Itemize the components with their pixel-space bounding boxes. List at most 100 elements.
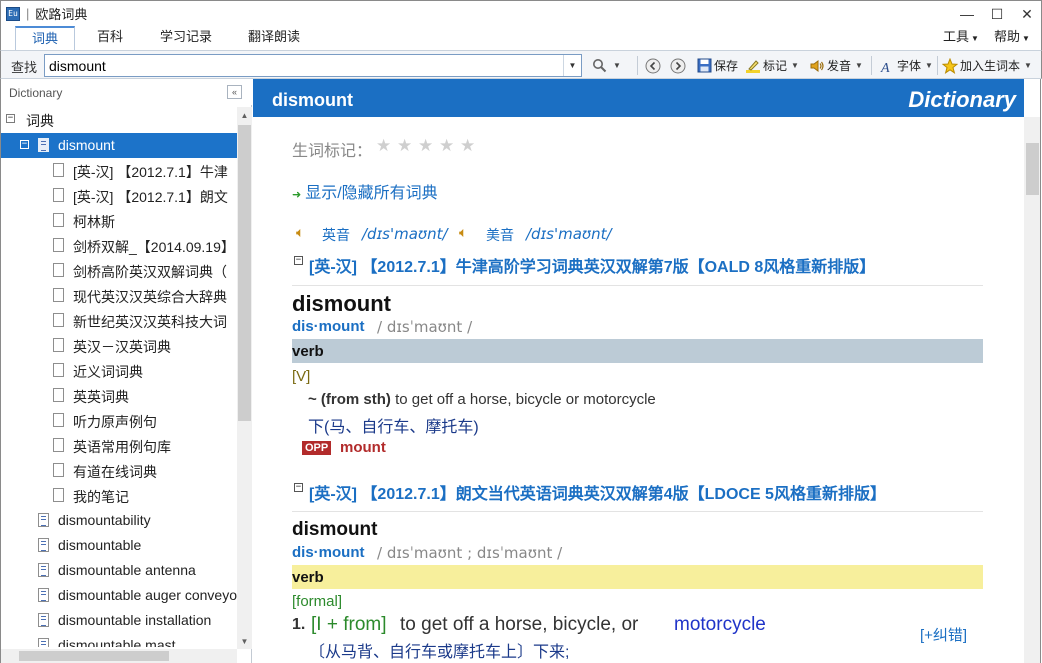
report-error-link[interactable]: [+纠错] bbox=[920, 624, 967, 645]
header-brand: Dictionary bbox=[908, 87, 1016, 112]
rating-label: 生词标记： bbox=[292, 143, 373, 160]
speak-button[interactable]: 发音 ▼ bbox=[809, 55, 863, 76]
tree-item-dictionary[interactable]: 现代英汉汉英综合大辞典 bbox=[1, 283, 237, 308]
speaker-icon bbox=[809, 58, 825, 74]
entry-headword: dismount bbox=[292, 291, 391, 316]
tree-item-word[interactable]: dismountable mast bbox=[1, 633, 237, 647]
document-icon bbox=[53, 288, 64, 302]
arrow-left-icon bbox=[645, 58, 661, 74]
document-icon bbox=[53, 263, 64, 277]
definition-scroll-thumb[interactable] bbox=[1026, 143, 1039, 195]
lookup-button[interactable]: ▼ bbox=[591, 55, 621, 76]
tree-item-dictionary[interactable]: 近义词词典 bbox=[1, 358, 237, 383]
document-icon bbox=[38, 638, 49, 647]
add-to-wordbook-button[interactable]: 加入生词本 ▼ bbox=[942, 55, 1032, 76]
dictionary-title[interactable]: [英-汉] 【2012.7.1】朗文当代英语词典英汉双解第4版【LDOCE 5风… bbox=[309, 480, 886, 504]
tab-translate[interactable]: 翻译朗读 bbox=[239, 26, 309, 50]
speaker-icon[interactable]: 🔈︎ bbox=[296, 224, 304, 241]
tree-item-word[interactable]: dismountable installation bbox=[1, 608, 237, 633]
definition-chinese: 〔从马背、自行车或摩托车上〕下来; bbox=[309, 644, 570, 661]
help-menu[interactable]: 帮助 ▼ bbox=[994, 26, 1030, 50]
sidebar-horizontal-scrollbar[interactable] bbox=[1, 649, 237, 663]
sidebar-vertical-scrollbar[interactable]: ▲ ▼ bbox=[237, 107, 252, 649]
app-icon: Eu bbox=[6, 6, 20, 21]
tab-encyclopedia[interactable]: 百科 bbox=[83, 26, 137, 50]
sidebar-hscroll-thumb[interactable] bbox=[19, 651, 169, 661]
tab-study-history[interactable]: 学习记录 bbox=[153, 26, 219, 50]
pos-bar: verb bbox=[292, 339, 983, 363]
collapse-toggle-icon[interactable]: − bbox=[6, 114, 15, 123]
forward-button[interactable] bbox=[670, 55, 688, 76]
font-button[interactable]: A 字体 ▼ bbox=[879, 55, 933, 76]
tree-item-word[interactable]: dismountable antenna bbox=[1, 558, 237, 583]
tree-item-dictionary[interactable]: 有道在线词典 bbox=[1, 458, 237, 483]
search-input[interactable] bbox=[45, 55, 563, 76]
tree-item-dictionary[interactable]: 英语常用例句库 bbox=[1, 433, 237, 458]
document-icon bbox=[53, 338, 64, 352]
highlighter-icon bbox=[745, 58, 761, 74]
rating-star-icon[interactable]: ★ bbox=[397, 136, 412, 156]
tree-item-dictionary[interactable]: [英-汉] 【2012.7.1】朗文 bbox=[1, 183, 237, 208]
arrow-right-icon bbox=[670, 58, 686, 74]
collapse-toggle-icon[interactable]: − bbox=[20, 140, 29, 149]
tree-item-dictionary[interactable]: 英汉－汉英词典 bbox=[1, 333, 237, 358]
sidebar: Dictionary « − 词典 − dismount [英-汉] 【2012… bbox=[0, 79, 252, 663]
find-label: 查找 bbox=[11, 60, 38, 75]
us-pronunciation-label[interactable]: 美音 bbox=[486, 225, 514, 245]
title-bar: Eu | 欧路词典 — ☐ ✕ bbox=[0, 0, 1042, 26]
document-icon bbox=[53, 163, 64, 177]
document-icon bbox=[53, 488, 64, 502]
minimize-button[interactable]: — bbox=[952, 1, 982, 27]
mark-button[interactable]: 标记 ▼ bbox=[745, 55, 799, 76]
sidebar-scroll-thumb[interactable] bbox=[238, 125, 251, 421]
dictionary-title[interactable]: [英-汉] 【2012.7.1】牛津高阶学习词典英汉双解第7版【OALD 8风格… bbox=[309, 253, 875, 277]
tree-item-word[interactable]: dismountable auger conveyor bbox=[1, 583, 237, 608]
definition-link[interactable]: motorcycle bbox=[674, 614, 766, 636]
search-box: ▼ bbox=[44, 54, 582, 77]
rating-star-icon[interactable]: ★ bbox=[376, 136, 391, 156]
close-button[interactable]: ✕ bbox=[1012, 1, 1042, 27]
maximize-button[interactable]: ☐ bbox=[982, 1, 1012, 27]
tree-item-word[interactable]: dismountable bbox=[1, 533, 237, 558]
scroll-down-icon[interactable]: ▼ bbox=[237, 633, 252, 649]
save-button[interactable]: 保存 bbox=[696, 55, 738, 76]
opposite-word-link[interactable]: mount bbox=[340, 439, 386, 456]
document-icon bbox=[38, 138, 49, 152]
tree-root[interactable]: − 词典 bbox=[1, 107, 237, 132]
tree-item-dictionary[interactable]: [英-汉] 【2012.7.1】牛津 bbox=[1, 158, 237, 183]
scroll-up-icon[interactable]: ▲ bbox=[237, 107, 252, 123]
rating-star-icon[interactable]: ★ bbox=[439, 136, 454, 156]
collapse-entry-icon[interactable]: − bbox=[294, 483, 303, 492]
opposite-badge: OPP bbox=[302, 441, 332, 455]
document-icon bbox=[53, 213, 64, 227]
collapse-entry-icon[interactable]: − bbox=[294, 256, 303, 265]
toggle-all-dictionaries-link[interactable]: ➜ 显示/隐藏所有词典 bbox=[292, 179, 438, 203]
tree-item-dictionary[interactable]: 听力原声例句 bbox=[1, 408, 237, 433]
collapse-sidebar-button[interactable]: « bbox=[227, 85, 242, 99]
grammar-code: [V] bbox=[292, 368, 311, 385]
definition-english: ~ (from sth) to get off a horse, bicycle… bbox=[308, 391, 656, 408]
tree-item-dictionary[interactable]: 剑桥高阶英汉双解词典（ bbox=[1, 258, 237, 283]
back-button[interactable] bbox=[645, 55, 663, 76]
tab-dictionary[interactable]: 词典 bbox=[15, 26, 75, 50]
tree-item-dictionary[interactable]: 新世纪英汉汉英科技大词 bbox=[1, 308, 237, 333]
speaker-icon[interactable]: 🔈︎ bbox=[459, 224, 467, 241]
sidebar-header: Dictionary « bbox=[1, 79, 252, 105]
tree-item-dictionary[interactable]: 英英词典 bbox=[1, 383, 237, 408]
document-icon bbox=[53, 238, 64, 252]
document-icon bbox=[53, 188, 64, 202]
tree-item-selected-word[interactable]: − dismount bbox=[1, 133, 237, 158]
uk-pronunciation-label[interactable]: 英音 bbox=[322, 225, 350, 245]
dictionary-tree: − 词典 − dismount [英-汉] 【2012.7.1】牛津 [英-汉] … bbox=[1, 107, 237, 647]
tools-menu[interactable]: 工具 ▼ bbox=[943, 26, 979, 50]
tree-item-dictionary[interactable]: 我的笔记 bbox=[1, 483, 237, 508]
rating-star-icon[interactable]: ★ bbox=[460, 136, 475, 156]
rating-star-icon[interactable]: ★ bbox=[418, 136, 433, 156]
document-icon bbox=[53, 363, 64, 377]
document-icon bbox=[53, 313, 64, 327]
search-history-dropdown[interactable]: ▼ bbox=[563, 55, 581, 76]
tree-item-word[interactable]: dismountability bbox=[1, 508, 237, 533]
definition-vertical-scrollbar[interactable] bbox=[1024, 117, 1040, 663]
tree-item-dictionary[interactable]: 柯林斯 bbox=[1, 208, 237, 233]
tree-item-dictionary[interactable]: 剑桥双解_【2014.09.19】 bbox=[1, 233, 237, 258]
